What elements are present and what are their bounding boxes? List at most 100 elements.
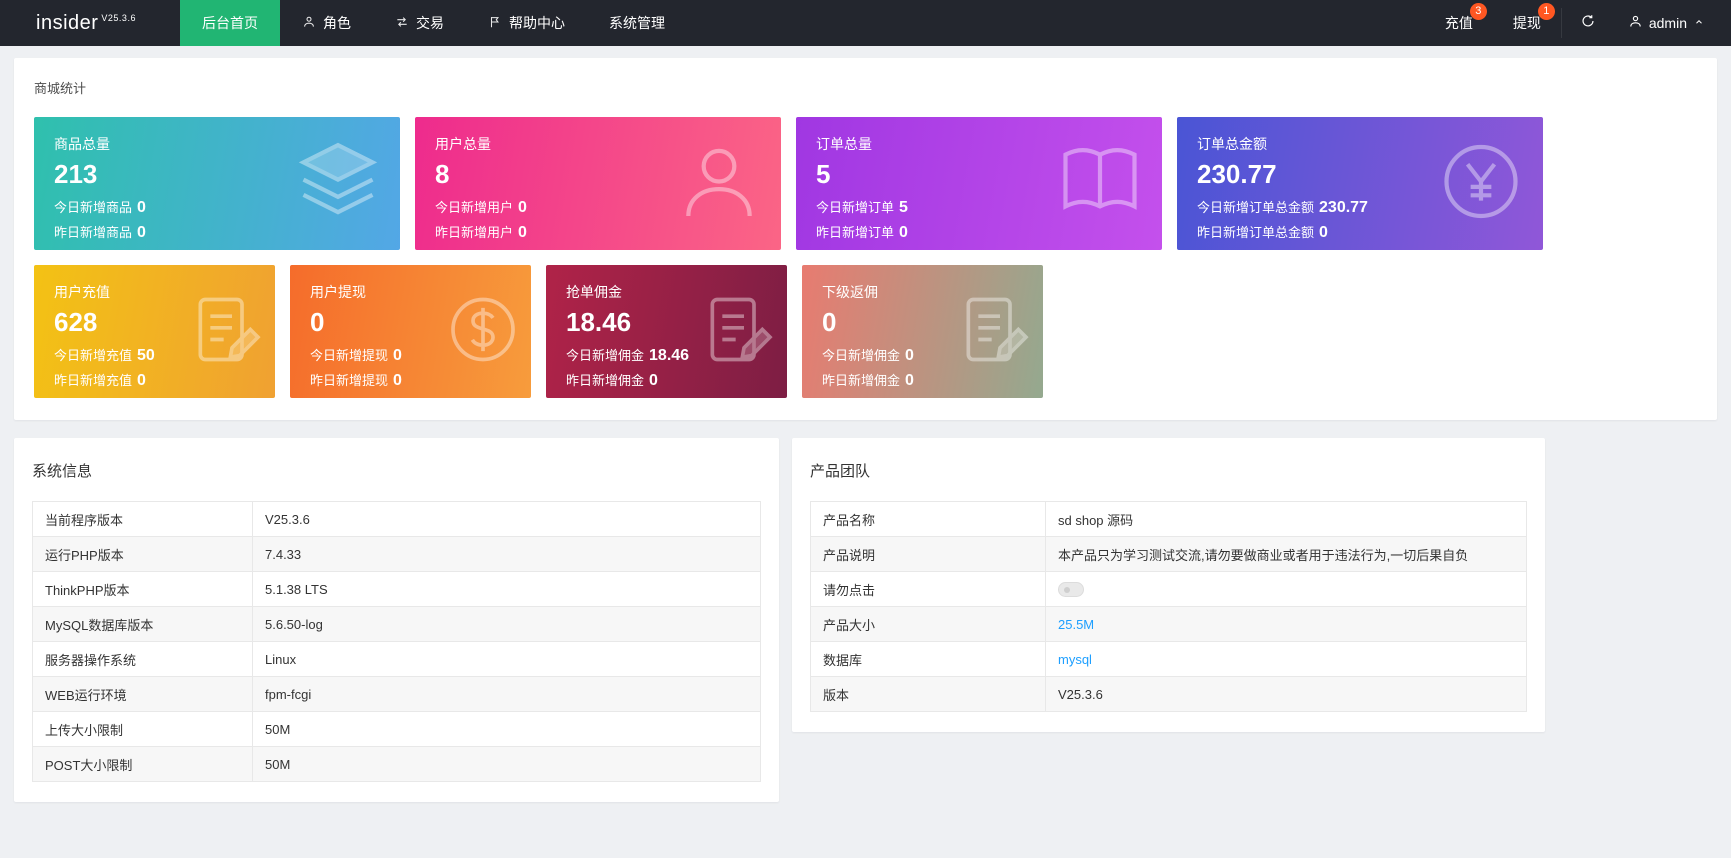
main-nav: 后台首页 角色 交易 帮助中心 系统管理 [180,0,687,46]
stat-yesterday-line: 昨日新增充值0 [54,370,255,390]
table-row: WEB运行环境fpm-fcgi [33,677,761,712]
stat-yesterday-line: 昨日新增佣金0 [566,370,767,390]
table-row: 产品大小25.5M [811,607,1527,642]
withdraw-button[interactable]: 提现 1 [1493,0,1561,46]
info-value: fpm-fcgi [253,677,761,712]
info-value: 50M [253,747,761,782]
team-value: 本产品只为学习测试交流,请勿要做商业或者用于违法行为,一切后果自负 [1046,537,1527,572]
stat-today-line: 今日新增订单总金额 230.77 [1197,197,1523,217]
table-row: 请勿点击 [811,572,1527,607]
withdraw-label: 提现 [1513,13,1541,33]
stat-line-value: 50 [137,347,155,364]
team-label: 请勿点击 [811,572,1046,607]
team-label: 版本 [811,677,1046,712]
stat-card-goods-total: 商品总量 213 今日新增商品0 昨日新增商品0 [34,117,400,250]
system-info-title: 系统信息 [32,460,761,481]
table-row: 上传大小限制50M [33,712,761,747]
flag-icon [488,15,502,32]
stat-today-line: 今日新增订单 5 [816,197,1142,217]
table-row: 服务器操作系统Linux [33,642,761,677]
stat-card-downline-rebate: 下级返佣 0 今日新增佣金0 昨日新增佣金0 [802,265,1043,398]
nav-item-label: 交易 [416,13,444,33]
info-label: MySQL数据库版本 [33,607,253,642]
stat-title: 用户充值 [54,282,255,302]
stat-today-line: 今日新增充值 50 [54,345,255,365]
nav-item-dashboard[interactable]: 后台首页 [180,0,280,46]
product-team-table: 产品名称sd shop 源码 产品说明本产品只为学习测试交流,请勿要做商业或者用… [810,501,1527,712]
top-navbar: insiderV25.3.6 后台首页 角色 交易 帮助中心 系统管理 [0,0,1731,46]
team-label: 产品说明 [811,537,1046,572]
stat-value: 8 [435,159,761,190]
user-menu[interactable]: admin [1614,0,1731,46]
info-label: 服务器操作系统 [33,642,253,677]
nav-item-help-center[interactable]: 帮助中心 [466,0,587,46]
team-value: V25.3.6 [1046,677,1527,712]
nav-item-roles[interactable]: 角色 [280,0,373,46]
stat-line-label: 昨日新增充值 [54,373,132,388]
stat-yesterday-line: 昨日新增用户 0 [435,222,761,242]
app-version: V25.3.6 [101,13,136,23]
stat-line-value: 0 [137,199,146,216]
stat-line-label: 今日新增订单总金额 [1197,200,1314,215]
header-right: 充值 3 提现 1 admin [1425,0,1731,46]
stat-line-value: 0 [518,224,527,241]
stat-line-value: 5 [899,199,908,216]
stat-line-value: 230.77 [1319,199,1368,216]
stat-line-label: 昨日新增订单 [816,225,894,240]
stat-line-value: 0 [393,347,402,364]
stat-value: 628 [54,307,255,338]
refresh-button[interactable] [1562,0,1614,46]
nav-item-label: 后台首页 [202,13,258,33]
team-label: 产品名称 [811,502,1046,537]
team-value [1046,572,1527,607]
stat-today-line: 今日新增商品 0 [54,197,380,217]
stat-title: 用户总量 [435,134,761,154]
recharge-button[interactable]: 充值 3 [1425,0,1493,46]
stat-line-label: 今日新增商品 [54,200,132,215]
stat-card-grab-commission: 抢单佣金 18.46 今日新增佣金18.46 昨日新增佣金0 [546,265,787,398]
stat-title: 抢单佣金 [566,282,767,302]
stats-panel-title: 商城统计 [34,78,1697,97]
chevron-up-icon [1693,15,1705,31]
bottom-section: 系统信息 当前程序版本V25.3.6 运行PHP版本7.4.33 ThinkPH… [14,438,1717,802]
info-label: 当前程序版本 [33,502,253,537]
stat-line-value: 18.46 [649,347,689,364]
stat-line-value: 0 [518,199,527,216]
stat-line-label: 今日新增佣金 [822,348,900,363]
stat-line-label: 昨日新增订单总金额 [1197,225,1314,240]
shop-stats-panel: 商城统计 商品总量 213 今日新增商品0 昨日新增商品0 用户总量 8 今日新… [14,58,1717,420]
product-size-link[interactable]: 25.5M [1046,607,1527,642]
stat-value: 5 [816,159,1142,190]
stat-title: 订单总金额 [1197,134,1523,154]
stat-line-label: 今日新增提现 [310,348,388,363]
withdraw-badge: 1 [1538,3,1555,20]
product-team-title: 产品团队 [810,460,1527,481]
nav-item-label: 角色 [323,13,351,33]
stat-line-value: 0 [137,224,146,241]
stat-value: 230.77 [1197,159,1523,190]
product-team-card: 产品团队 产品名称sd shop 源码 产品说明本产品只为学习测试交流,请勿要做… [792,438,1545,732]
system-info-card: 系统信息 当前程序版本V25.3.6 运行PHP版本7.4.33 ThinkPH… [14,438,779,802]
database-link[interactable]: mysql [1046,642,1527,677]
stat-yesterday-line: 昨日新增佣金 0 [822,370,1023,390]
stats-row-1: 商品总量 213 今日新增商品0 昨日新增商品0 用户总量 8 今日新增用户0 … [34,117,1697,250]
table-row: 数据库mysql [811,642,1527,677]
info-label: ThinkPHP版本 [33,572,253,607]
stat-line-value: 0 [905,372,914,389]
nav-item-system-management[interactable]: 系统管理 [587,0,687,46]
stat-yesterday-line: 昨日新增商品0 [54,222,380,242]
stat-line-label: 今日新增订单 [816,200,894,215]
stat-today-line: 今日新增提现 0 [310,345,511,365]
system-info-table: 当前程序版本V25.3.6 运行PHP版本7.4.33 ThinkPHP版本5.… [32,501,761,782]
user-icon [1628,14,1643,32]
table-row: ThinkPHP版本5.1.38 LTS [33,572,761,607]
info-label: 上传大小限制 [33,712,253,747]
stat-yesterday-line: 昨日新增提现0 [310,370,511,390]
stat-line-label: 昨日新增用户 [435,225,513,240]
nav-item-trade[interactable]: 交易 [373,0,466,46]
table-row: 产品名称sd shop 源码 [811,502,1527,537]
stat-value: 18.46 [566,307,767,338]
stat-card-orders-total: 订单总量 5 今日新增订单5 昨日新增订单0 [796,117,1162,250]
stat-line-label: 昨日新增佣金 [822,373,900,388]
stat-line-label: 今日新增充值 [54,348,132,363]
